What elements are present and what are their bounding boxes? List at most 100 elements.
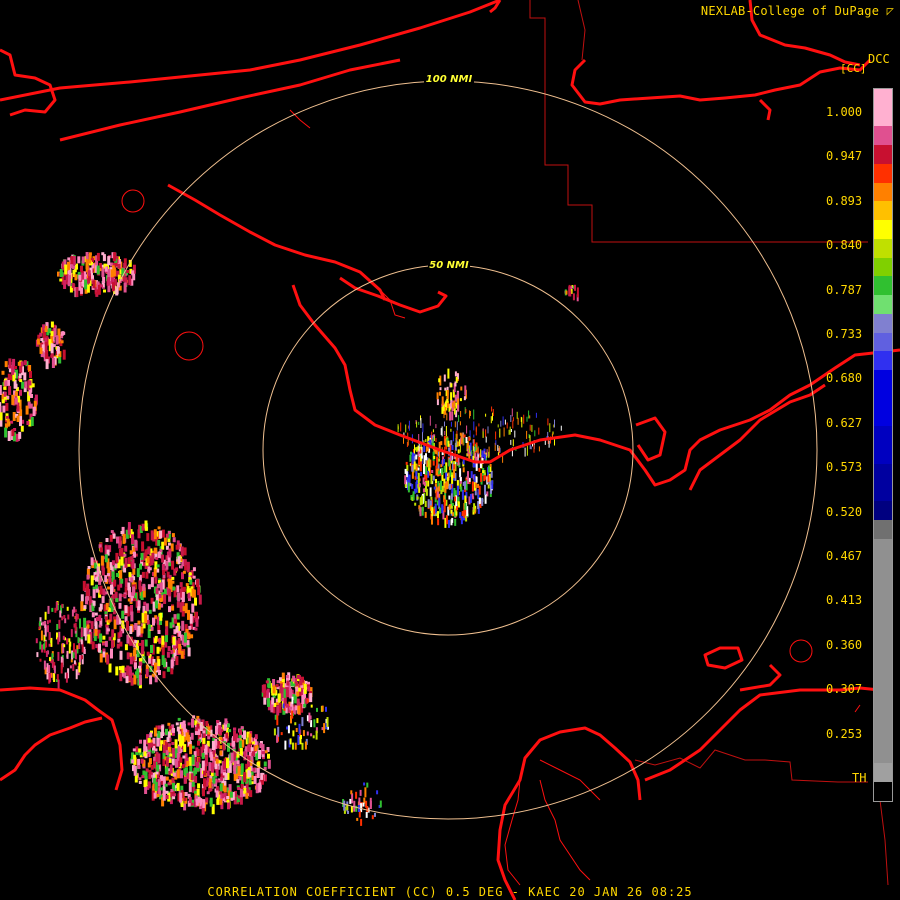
echo-pixel	[442, 459, 445, 464]
echo-pixel	[53, 673, 56, 682]
echo-pixel	[275, 684, 279, 688]
echo-pixel	[86, 574, 90, 580]
echo-pixel	[376, 790, 379, 795]
echo-pixel	[127, 598, 131, 602]
echo-pixel	[24, 381, 28, 389]
echo-pixel	[429, 415, 431, 426]
echo-pixel	[47, 625, 49, 633]
echo-pixel	[196, 749, 200, 756]
echo-pixel	[159, 530, 163, 539]
echo-pixel	[486, 449, 488, 457]
echo-pixel	[202, 799, 206, 809]
echo-pixel	[57, 679, 60, 689]
echo-pixel	[138, 674, 142, 685]
echo-pixel	[292, 683, 296, 687]
echo-pixel	[145, 603, 149, 612]
echo-pixel	[144, 639, 148, 647]
radar-map: 100 NMI 50 NMI	[0, 0, 900, 900]
color-swatch	[874, 538, 892, 764]
echo-pixel	[77, 637, 80, 644]
echo-pixel	[294, 742, 297, 750]
echo-pixel	[270, 704, 274, 713]
echo-pixel	[516, 411, 518, 419]
echo-pixel	[349, 798, 352, 804]
echo-pixel	[162, 671, 166, 679]
echo-pixel	[287, 725, 290, 734]
echo-pixel	[171, 747, 175, 758]
echo-pixel	[405, 461, 408, 465]
echo-pixel	[292, 675, 296, 682]
echo-pixel	[236, 760, 240, 765]
echo-pixel	[153, 529, 157, 540]
echo-pixel	[504, 419, 506, 425]
echo-pixel	[284, 740, 287, 750]
echo-pixel	[473, 463, 475, 468]
echo-pixel	[131, 534, 134, 545]
echo-pixel	[187, 592, 191, 599]
echo-pixel	[289, 706, 293, 710]
echo-pixel	[171, 758, 175, 766]
echo-pixel	[130, 556, 134, 561]
echo-pixel	[39, 347, 43, 354]
echo-pixel	[488, 451, 490, 458]
echo-pixel	[57, 651, 60, 661]
echo-pixel	[177, 592, 181, 602]
echo-pixel	[175, 625, 179, 633]
echo-pixel	[156, 564, 160, 568]
echo-pixel	[461, 511, 464, 516]
echo-pixel	[430, 496, 433, 500]
echo-pixel	[437, 511, 439, 519]
echo-pixel	[475, 476, 478, 483]
echo-pixel	[455, 439, 457, 446]
echo-pixel	[455, 511, 458, 516]
echo-pixel	[110, 530, 114, 534]
echo-pixel	[101, 252, 105, 256]
echo-pixel	[487, 426, 489, 434]
echo-pixel	[463, 434, 466, 438]
echo-pixel	[313, 719, 316, 728]
echo-pixel	[282, 703, 285, 709]
echo-pixel	[182, 570, 186, 574]
echo-pixel	[432, 429, 434, 433]
color-swatch	[874, 332, 892, 352]
echo-pixel	[247, 744, 251, 752]
echo-pixel	[23, 372, 27, 381]
echo-pixel	[451, 445, 454, 450]
echo-pixel	[176, 782, 180, 791]
echo-pixel	[433, 456, 436, 459]
product-code: DCC	[868, 52, 890, 66]
echo-pixel	[134, 640, 138, 644]
echo-pixel	[192, 567, 196, 572]
echo-pixel	[191, 754, 195, 765]
echo-pixel	[444, 483, 447, 494]
echo-pixel	[316, 718, 319, 724]
echo-pixel	[197, 757, 201, 763]
echo-pixel	[180, 650, 184, 659]
echo-pixel	[467, 448, 469, 456]
echo-pixel	[129, 550, 133, 555]
echo-pixel	[123, 282, 127, 293]
echo-pixel	[168, 747, 172, 753]
echo-pixel	[23, 360, 27, 366]
echo-pixel	[198, 594, 202, 605]
echo-pixel	[298, 675, 301, 680]
echo-pixel	[365, 811, 368, 818]
echo-pixel	[408, 474, 411, 483]
echo-pixel	[448, 495, 451, 500]
echo-pixel	[238, 740, 242, 749]
echo-pixel	[18, 373, 22, 379]
echo-pixel	[397, 424, 399, 433]
echo-pixel	[183, 768, 187, 776]
echo-pixel	[130, 677, 134, 686]
echo-pixel	[205, 753, 208, 764]
echo-pixel	[306, 731, 309, 736]
echo-pixel	[154, 748, 158, 752]
echo-pixel	[2, 405, 6, 413]
echo-pixel	[477, 454, 479, 462]
echo-pixel	[355, 805, 358, 812]
echo-pixel	[441, 426, 443, 437]
echo-pixel	[119, 673, 123, 682]
echo-pixel	[286, 703, 289, 708]
echo-pixel	[194, 767, 198, 775]
echo-pixel	[512, 439, 514, 447]
